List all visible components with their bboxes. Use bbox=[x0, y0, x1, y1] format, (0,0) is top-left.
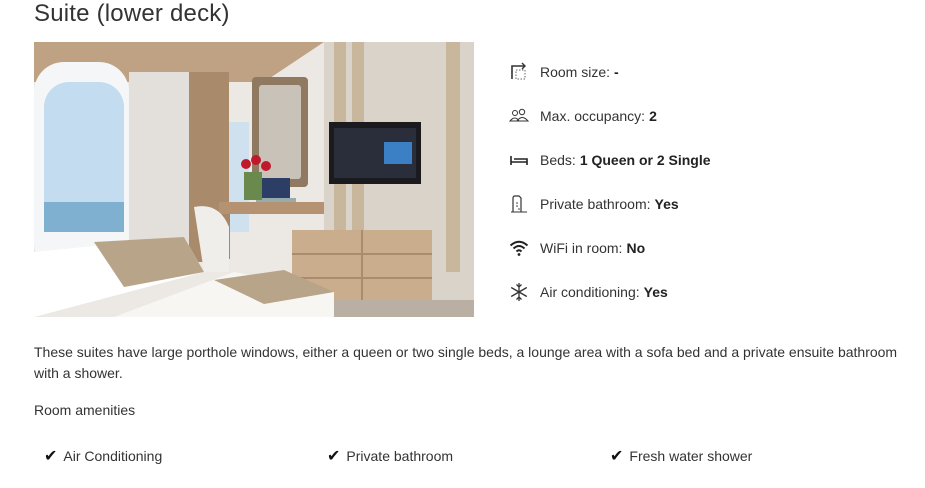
amenities-heading: Room amenities bbox=[34, 402, 136, 418]
spec-label: Air conditioning: bbox=[540, 284, 640, 300]
spec-value: Yes bbox=[654, 196, 679, 212]
amenity-item: ✔ Air Conditioning bbox=[44, 446, 162, 466]
spec-value: 1 Queen or 2 Single bbox=[579, 152, 711, 168]
amenity-label: Fresh water shower bbox=[629, 448, 753, 464]
amenity-item: ✔ Private bathroom bbox=[327, 446, 453, 466]
spec-value: - bbox=[614, 64, 619, 80]
spec-room-size: Room size: - bbox=[508, 50, 908, 94]
spec-label: Private bathroom: bbox=[540, 196, 651, 212]
amenity-label: Private bathroom bbox=[346, 448, 454, 464]
spec-private-bathroom: Private bathroom: Yes bbox=[508, 182, 908, 226]
room-photo bbox=[34, 42, 474, 317]
checkmark-icon: ✔ bbox=[327, 448, 341, 465]
spec-label: WiFi in room: bbox=[540, 240, 623, 256]
wifi-icon bbox=[508, 237, 530, 259]
room-title: Suite (lower deck) bbox=[34, 0, 230, 27]
checkmark-icon: ✔ bbox=[610, 448, 624, 465]
spec-label: Room size: bbox=[540, 64, 611, 80]
room-size-icon bbox=[508, 61, 530, 83]
spec-max-occupancy: Max. occupancy: 2 bbox=[508, 94, 908, 138]
spec-value: No bbox=[626, 240, 646, 256]
bathroom-icon bbox=[508, 193, 530, 215]
bed-icon bbox=[508, 149, 530, 171]
spec-beds: Beds: 1 Queen or 2 Single bbox=[508, 138, 908, 182]
spec-air-conditioning: Air conditioning: Yes bbox=[508, 270, 908, 314]
snowflake-icon bbox=[508, 281, 530, 303]
amenity-item: ✔ Fresh water shower bbox=[610, 446, 752, 466]
room-description: These suites have large porthole windows… bbox=[34, 344, 898, 381]
amenity-label: Air Conditioning bbox=[63, 448, 163, 464]
spec-label: Max. occupancy: bbox=[540, 108, 646, 124]
checkmark-icon: ✔ bbox=[44, 448, 58, 465]
occupancy-icon bbox=[508, 105, 530, 127]
spec-label: Beds: bbox=[540, 152, 576, 168]
spec-value: 2 bbox=[649, 108, 657, 124]
spec-wifi: WiFi in room: No bbox=[508, 226, 908, 270]
spec-value: Yes bbox=[643, 284, 668, 300]
room-specs: Room size: - Max. occupancy: 2 Beds: 1 Quee… bbox=[508, 50, 908, 314]
